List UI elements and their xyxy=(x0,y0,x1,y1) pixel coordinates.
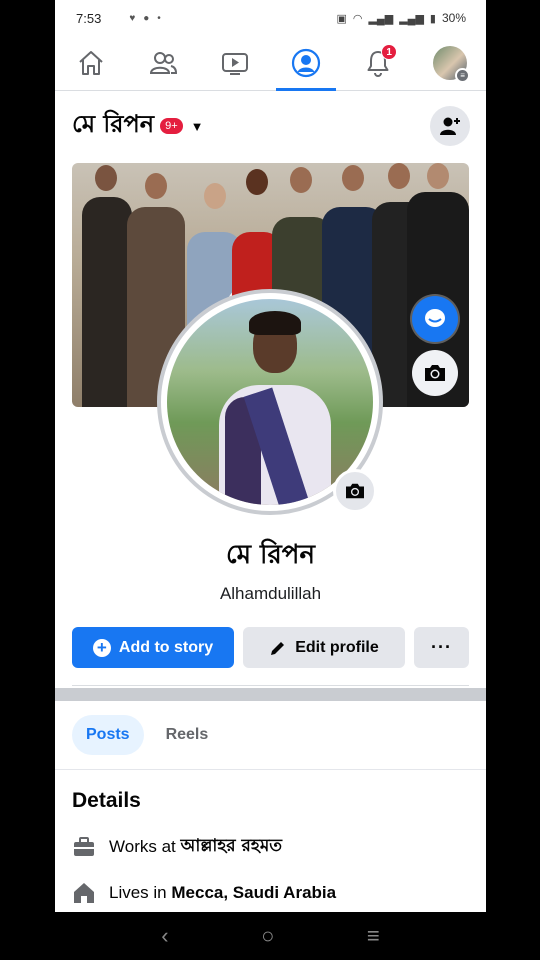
profile-picture-hair xyxy=(249,311,301,335)
detail-lives: Lives in Mecca, Saudi Arabia xyxy=(72,881,472,905)
profile-display-name: মে রিপন xyxy=(226,540,315,570)
battery-level: 30% xyxy=(441,11,466,25)
status-time: 7:53 xyxy=(76,10,102,26)
detail-lives-place[interactable]: Mecca, Saudi Arabia xyxy=(171,883,336,903)
more-icon: ··· xyxy=(431,637,452,657)
app-icon: ● xyxy=(143,12,150,24)
profile-icon xyxy=(292,48,321,78)
tab-menu[interactable]: ≡ xyxy=(414,36,486,90)
cover-message-button[interactable] xyxy=(412,296,458,342)
cover-person-head xyxy=(95,165,117,191)
detail-work: Works at আল্লাহর রহমত xyxy=(72,833,472,861)
profile-header: মে রিপন 9+ ▼ xyxy=(72,104,470,148)
profile-bio: Alhamdulillah xyxy=(219,584,322,603)
top-navigation: 1 ≡ xyxy=(55,36,486,91)
tab-profile[interactable] xyxy=(270,36,342,91)
cover-person-head xyxy=(342,165,364,191)
wifi-icon: ◠ xyxy=(352,12,363,25)
recents-icon[interactable]: ≡ xyxy=(367,923,380,949)
cover-camera-button[interactable] xyxy=(412,350,458,396)
pencil-icon xyxy=(271,641,285,655)
avatar: ≡ xyxy=(433,46,471,83)
facebook-profile-screen: 7:53 ♥ ● • ▣ ◠ ▂▄▆ ▂▄▆ ▮ 30% 1 ≡ মে রিপন… xyxy=(55,0,486,912)
edit-profile-button[interactable]: Edit profile xyxy=(243,627,405,668)
tab-watch[interactable] xyxy=(199,36,271,90)
briefcase-icon xyxy=(72,835,96,859)
add-to-story-label: Add to story xyxy=(118,638,214,656)
video-icon xyxy=(221,53,248,75)
more-options-button[interactable]: ··· xyxy=(414,627,469,668)
android-navigation-bar: ‹ ○ ≡ xyxy=(55,912,486,960)
back-icon[interactable]: ‹ xyxy=(161,923,168,949)
cover-person-head xyxy=(246,169,268,195)
tab-notifications[interactable]: 1 xyxy=(342,36,414,90)
battery-icon: ▮ xyxy=(429,12,436,25)
house-icon xyxy=(72,881,96,905)
cast-icon: ▣ xyxy=(336,12,347,25)
home-icon xyxy=(79,51,103,75)
camera-icon xyxy=(425,365,445,381)
divider xyxy=(55,769,486,770)
add-to-story-button[interactable]: + Add to story xyxy=(72,627,234,668)
detail-work-prefix: Works at xyxy=(109,837,176,856)
detail-work-place[interactable]: আল্লাহর রহমত xyxy=(181,833,283,861)
status-bar: 7:53 ♥ ● • ▣ ◠ ▂▄▆ ▂▄▆ ▮ 30% xyxy=(55,0,486,36)
cover-person-head xyxy=(427,163,449,189)
chevron-down-icon[interactable]: ▼ xyxy=(191,119,204,134)
profile-header-name[interactable]: মে রিপন xyxy=(72,106,154,146)
chat-bubble-icon xyxy=(425,309,445,327)
home-circle-icon[interactable]: ○ xyxy=(261,923,274,949)
cover-person-head xyxy=(290,167,312,193)
status-notification-icons: ♥ ● • xyxy=(129,13,161,24)
tab-posts[interactable]: Posts xyxy=(72,715,144,755)
friends-icon xyxy=(149,52,177,74)
tab-friends[interactable] xyxy=(127,36,199,90)
notification-count-badge: 1 xyxy=(381,44,398,60)
menu-icon: ≡ xyxy=(455,68,471,83)
status-right: ▣ ◠ ▂▄▆ ▂▄▆ ▮ 30% xyxy=(336,11,466,25)
tab-reels[interactable]: Reels xyxy=(152,715,223,755)
cover-person-head xyxy=(145,173,167,199)
edit-profile-label: Edit profile xyxy=(295,638,379,656)
add-friend-button[interactable] xyxy=(430,106,470,146)
signal-icon-2: ▂▄▆ xyxy=(399,12,424,25)
cover-person xyxy=(82,197,132,407)
details-title: Details xyxy=(72,789,141,812)
dot-icon: • xyxy=(157,12,161,24)
plus-icon: + xyxy=(92,638,111,657)
add-person-icon xyxy=(440,117,460,135)
profile-actions: + Add to story Edit profile ··· xyxy=(72,627,469,668)
cover-person-head xyxy=(388,163,410,189)
signal-icon: ▂▄▆ xyxy=(368,12,394,25)
camera-icon xyxy=(346,483,364,499)
divider xyxy=(72,685,469,686)
tab-home[interactable] xyxy=(55,36,127,90)
cover-person-head xyxy=(204,183,226,209)
section-divider xyxy=(55,688,486,701)
heart-icon: ♥ xyxy=(129,12,136,24)
profile-picture-camera-button[interactable] xyxy=(333,469,377,513)
profile-notification-badge: 9+ xyxy=(160,118,183,134)
content-tabs: Posts Reels xyxy=(72,715,222,755)
detail-lives-prefix: Lives in xyxy=(109,883,167,902)
